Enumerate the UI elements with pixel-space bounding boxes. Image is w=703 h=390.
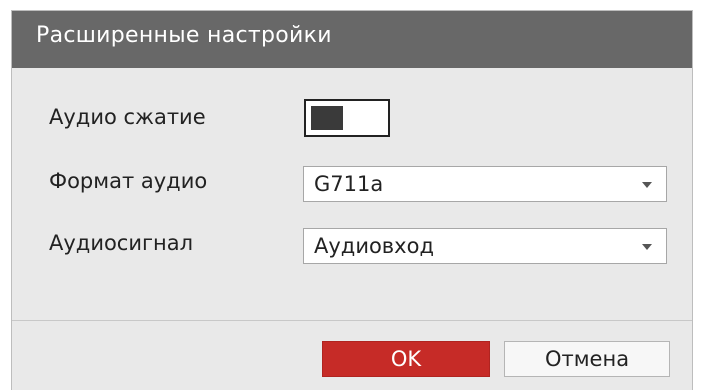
chevron-down-icon	[642, 244, 652, 250]
audio-format-value: G711a	[314, 172, 384, 196]
audio-signal-value: Аудиовход	[314, 234, 434, 258]
audio-compression-label: Аудио сжатие	[49, 105, 206, 129]
dialog-titlebar: Расширенные настройки	[12, 11, 692, 68]
audio-signal-label: Аудиосигнал	[49, 231, 194, 255]
advanced-settings-dialog: Расширенные настройки Аудио сжатие Форма…	[11, 10, 693, 390]
chevron-down-icon	[642, 182, 652, 188]
audio-format-select[interactable]: G711a	[303, 166, 667, 202]
ok-button[interactable]: OK	[322, 341, 490, 377]
dialog-title: Расширенные настройки	[36, 23, 332, 48]
audio-compression-toggle[interactable]	[304, 99, 390, 137]
audio-format-label: Формат аудио	[49, 169, 208, 193]
footer-divider	[12, 320, 692, 321]
cancel-button[interactable]: Отмена	[504, 341, 670, 377]
audio-signal-select[interactable]: Аудиовход	[303, 228, 667, 264]
toggle-knob	[311, 106, 343, 130]
